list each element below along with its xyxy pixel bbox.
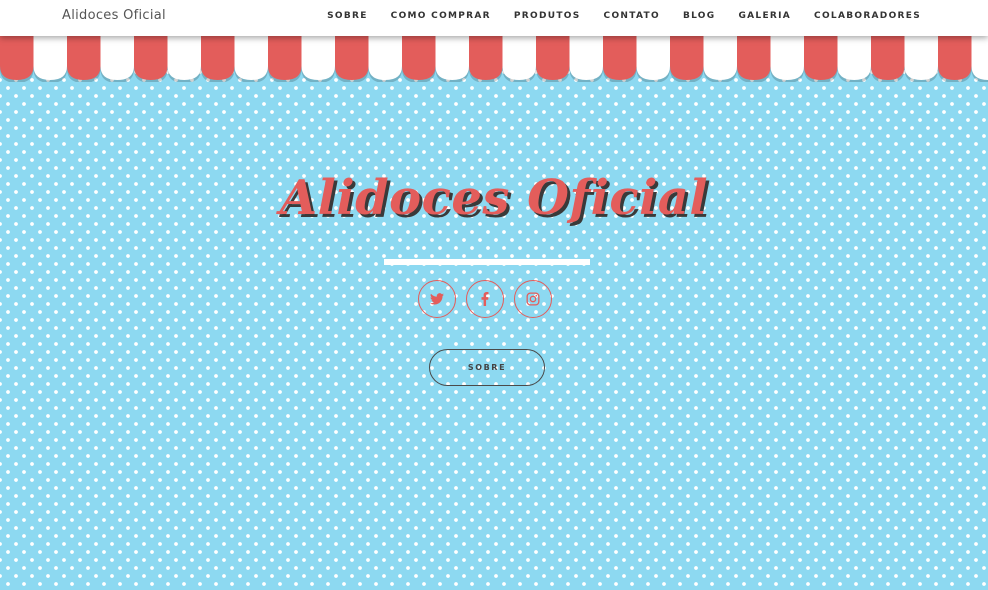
- awning-stripe: [335, 36, 369, 80]
- twitter-icon: [430, 293, 444, 305]
- awning-stripe: [670, 36, 704, 80]
- awning-stripe: [971, 36, 988, 80]
- awning-stripe: [167, 36, 201, 80]
- nav-item-contato[interactable]: CONTATO: [604, 11, 660, 21]
- nav-item-galeria[interactable]: GALERIA: [738, 11, 791, 21]
- awning-stripe: [469, 36, 503, 80]
- awning-decoration: [0, 36, 988, 82]
- awning-stripe: [804, 36, 838, 80]
- awning-stripe: [703, 36, 737, 80]
- nav-item-como-comprar[interactable]: COMO COMPRAR: [391, 11, 491, 21]
- awning-stripe: [636, 36, 670, 80]
- awning-stripe: [234, 36, 268, 80]
- awning-stripe: [904, 36, 938, 80]
- nav-item-produtos[interactable]: PRODUTOS: [514, 11, 581, 21]
- awning-stripe: [100, 36, 134, 80]
- hero-divider: [384, 259, 590, 265]
- instagram-icon: [526, 292, 540, 306]
- awning-stripe: [134, 36, 168, 80]
- awning-stripe: [502, 36, 536, 80]
- social-links: [418, 280, 552, 318]
- awning-stripe: [0, 36, 34, 80]
- awning-stripe: [435, 36, 469, 80]
- nav-item-sobre[interactable]: SOBRE: [327, 11, 368, 21]
- navbar: Alidoces Oficial SOBRE COMO COMPRAR PROD…: [0, 0, 988, 36]
- awning-stripe: [569, 36, 603, 80]
- sobre-button[interactable]: SOBRE: [429, 349, 545, 386]
- awning-stripe: [536, 36, 570, 80]
- awning-stripe: [938, 36, 972, 80]
- awning-stripe: [837, 36, 871, 80]
- awning-stripe: [67, 36, 101, 80]
- awning-stripe: [33, 36, 67, 80]
- hero-title: Alidoces Oficial: [279, 170, 709, 226]
- awning-stripe: [368, 36, 402, 80]
- awning-stripe: [603, 36, 637, 80]
- main-nav: SOBRE COMO COMPRAR PRODUTOS CONTATO BLOG…: [327, 11, 921, 21]
- instagram-link[interactable]: [514, 280, 552, 318]
- nav-item-colaboradores[interactable]: COLABORADORES: [814, 11, 921, 21]
- awning-stripe: [737, 36, 771, 80]
- facebook-link[interactable]: [466, 280, 504, 318]
- awning-stripe: [268, 36, 302, 80]
- twitter-link[interactable]: [418, 280, 456, 318]
- awning-stripe: [402, 36, 436, 80]
- awning-stripe: [770, 36, 804, 80]
- awning-stripe: [871, 36, 905, 80]
- awning-stripe: [201, 36, 235, 80]
- brand-link[interactable]: Alidoces Oficial: [62, 8, 166, 23]
- awning-stripe: [301, 36, 335, 80]
- facebook-icon: [481, 292, 489, 306]
- nav-item-blog[interactable]: BLOG: [683, 11, 716, 21]
